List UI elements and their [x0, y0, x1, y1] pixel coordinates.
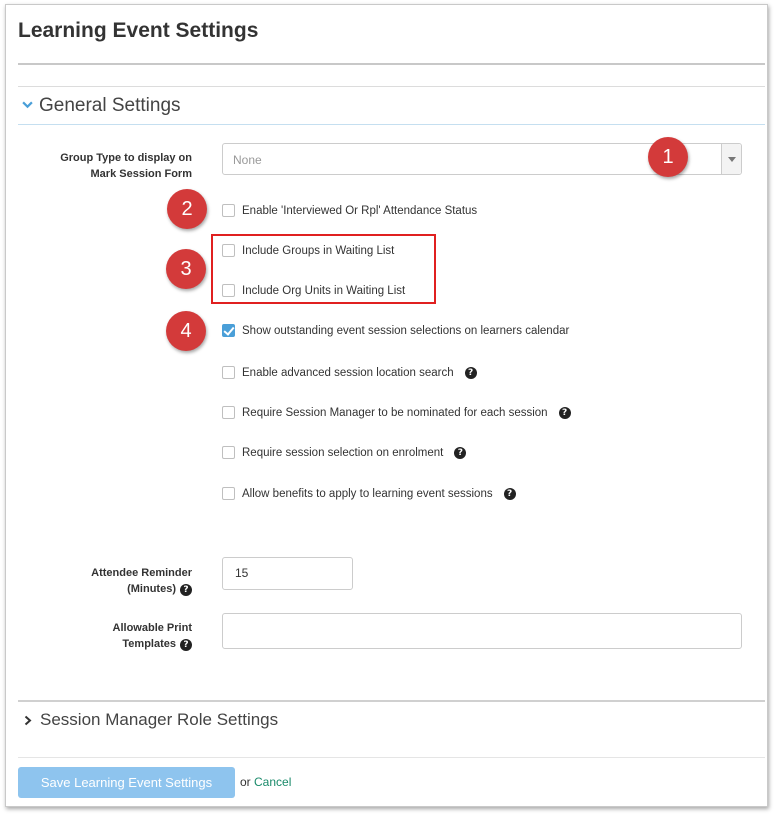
print-templates-label-text: Templates	[122, 638, 176, 650]
help-icon[interactable]: ?	[464, 366, 477, 379]
cancel-link[interactable]: Cancel	[254, 775, 291, 789]
group-type-label-line1: Group Type to display on	[60, 152, 192, 164]
attendee-reminder-label: Attendee Reminder (Minutes)?	[40, 565, 192, 597]
checkbox-label: Require session selection on enrolment	[242, 446, 444, 459]
or-text: or	[240, 775, 251, 789]
attendee-reminder-label-line1: Attendee Reminder	[91, 567, 192, 579]
help-icon[interactable]: ?	[503, 487, 516, 500]
divider	[18, 86, 765, 87]
callout-badge-4: 4	[166, 311, 206, 351]
checkbox[interactable]	[222, 366, 235, 379]
checkbox-row-session-manager-nominated[interactable]: Require Session Manager to be nominated …	[222, 406, 571, 419]
general-settings-title: General Settings	[39, 95, 181, 116]
session-manager-role-settings-title: Session Manager Role Settings	[40, 710, 279, 729]
checkbox-label: Allow benefits to apply to learning even…	[242, 487, 493, 500]
help-icon[interactable]: ?	[180, 584, 192, 596]
general-settings-header[interactable]: General Settings	[22, 95, 181, 117]
checkbox-row-advanced-location-search[interactable]: Enable advanced session location search …	[222, 366, 477, 379]
checkbox-label: Enable advanced session location search	[242, 366, 454, 379]
divider	[18, 124, 765, 125]
attendee-reminder-input[interactable]: 15	[222, 557, 353, 590]
print-templates-label: Allowable Print Templates?	[40, 620, 192, 652]
chevron-down-icon	[22, 101, 33, 108]
callout-badge-1: 1	[648, 137, 688, 177]
checkbox-label: Enable 'Interviewed Or Rpl' Attendance S…	[242, 204, 478, 217]
group-type-label-line2: Mark Session Form	[90, 168, 192, 180]
page-title: Learning Event Settings	[18, 19, 259, 42]
checkbox[interactable]	[222, 446, 235, 459]
group-type-select-value: None	[233, 153, 262, 167]
divider	[18, 63, 765, 65]
attendee-reminder-value: 15	[235, 566, 249, 580]
checkbox-row-interviewed-rpl[interactable]: Enable 'Interviewed Or Rpl' Attendance S…	[222, 204, 477, 217]
checkbox-row-session-selection-enrolment[interactable]: Require session selection on enrolment ?	[222, 446, 467, 459]
checkbox-row-benefits-sessions[interactable]: Allow benefits to apply to learning even…	[222, 487, 516, 500]
highlight-box	[211, 234, 436, 304]
print-templates-label-line2: Templates?	[40, 636, 192, 652]
help-icon[interactable]: ?	[454, 446, 467, 459]
checkbox[interactable]	[222, 406, 235, 419]
callout-badge-3: 3	[166, 249, 206, 289]
group-type-label: Group Type to display on Mark Session Fo…	[30, 150, 192, 182]
session-manager-role-settings-header[interactable]: Session Manager Role Settings	[24, 710, 278, 730]
checkbox[interactable]	[222, 204, 235, 217]
save-learning-event-settings-button[interactable]: Save Learning Event Settings	[18, 767, 235, 798]
checkbox-label: Require Session Manager to be nominated …	[242, 406, 548, 419]
divider	[18, 700, 765, 702]
checkbox-checked[interactable]	[222, 324, 235, 337]
callout-badge-2: 2	[167, 189, 207, 229]
help-icon[interactable]: ?	[558, 406, 571, 419]
print-templates-input[interactable]	[222, 613, 742, 649]
chevron-down-icon[interactable]	[721, 144, 741, 174]
checkbox-label: Show outstanding event session selection…	[242, 324, 570, 337]
divider	[18, 757, 765, 758]
chevron-right-icon	[24, 715, 32, 725]
attendee-reminder-label-line2: (Minutes)?	[40, 581, 192, 597]
checkbox-row-outstanding-selections[interactable]: Show outstanding event session selection…	[222, 324, 569, 337]
help-icon[interactable]: ?	[180, 639, 192, 651]
checkbox[interactable]	[222, 487, 235, 500]
print-templates-label-line1: Allowable Print	[112, 622, 192, 634]
attendee-reminder-unit: (Minutes)	[127, 583, 176, 595]
